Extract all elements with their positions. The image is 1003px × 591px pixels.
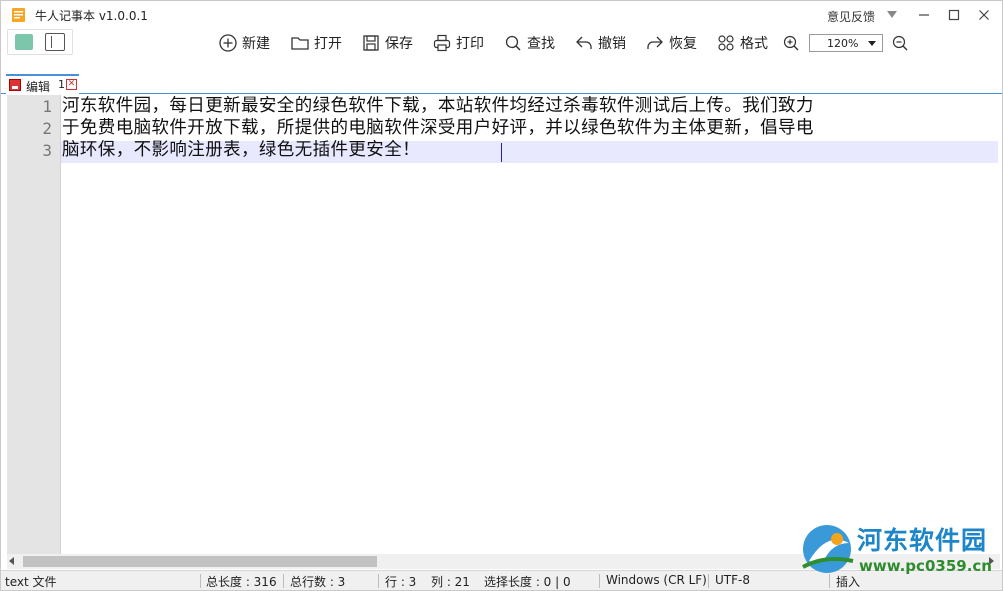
undo-button[interactable]: 撤销 — [574, 32, 626, 54]
site-watermark: 河东软件园 www.pc0359.cn — [797, 519, 999, 581]
zoom-out-button[interactable] — [890, 32, 910, 54]
format-button[interactable]: 格式 — [716, 32, 768, 54]
plus-circle-icon — [219, 34, 237, 52]
new-button-label: 新建 — [242, 36, 270, 52]
search-icon — [505, 35, 521, 51]
watermark-title: 河东软件园 — [857, 526, 988, 555]
zoom-select[interactable]: 120% — [809, 34, 883, 52]
minimize-button[interactable] — [911, 5, 937, 25]
line-number: 1 — [42, 97, 52, 116]
zoom-value: 120% — [827, 37, 859, 50]
watermark-logo-icon — [802, 525, 854, 573]
folder-icon — [291, 37, 309, 50]
toolbar: 新建 打开 保存 打印 查找 撤销 恢复 格式 120% — [1, 29, 1002, 57]
undo-icon — [576, 36, 592, 49]
format-grid-icon — [718, 35, 734, 51]
status-total-lines: 总行数 : 3 — [290, 575, 346, 589]
new-button[interactable]: 新建 — [218, 32, 270, 54]
theme-green-toggle[interactable] — [15, 34, 33, 50]
notepad-window: 牛人记事本 v1.0.0.1 意见反馈 新建 打开 保存 打印 查找 撤销 恢复… — [0, 0, 1003, 591]
status-divider — [200, 574, 201, 588]
title-bar: 牛人记事本 v1.0.0.1 意见反馈 — [1, 1, 1002, 29]
tab-close-icon[interactable]: ✕ — [66, 79, 77, 90]
save-button-label: 保存 — [385, 36, 413, 52]
printer-icon — [433, 34, 451, 52]
scrollbar-thumb[interactable] — [23, 556, 377, 567]
close-button[interactable] — [971, 5, 997, 25]
tab-document-1[interactable]: 编辑 1 ✕ — [6, 74, 79, 94]
redo-button-label: 恢复 — [669, 36, 697, 52]
status-divider — [378, 574, 379, 588]
tab-strip: 编辑 1 ✕ — [1, 70, 1002, 94]
find-button-label: 查找 — [527, 36, 555, 52]
close-icon — [979, 10, 989, 20]
app-title: 牛人记事本 v1.0.0.1 — [35, 9, 148, 23]
file-modified-icon — [9, 79, 21, 91]
redo-button[interactable]: 恢复 — [645, 32, 697, 54]
text-line[interactable]: 河东软件园，每日更新最安全的绿色软件下载，本站软件均经过杀毒软件测试后上传。我们… — [62, 95, 814, 117]
status-line-ending[interactable]: Windows (CR LF) — [606, 573, 707, 587]
print-button[interactable]: 打印 — [432, 32, 484, 54]
maximize-icon — [948, 9, 960, 21]
redo-icon — [647, 36, 663, 49]
undo-button-label: 撤销 — [598, 36, 626, 52]
text-line[interactable]: 脑环保，不影响注册表，绿色无插件更安全！ — [62, 139, 420, 161]
save-button[interactable]: 保存 — [361, 32, 413, 54]
open-button-label: 打开 — [314, 36, 342, 52]
format-button-label: 格式 — [740, 36, 768, 52]
status-col: 列 : 21 — [431, 575, 470, 589]
line-number: 3 — [42, 141, 52, 160]
status-selection: 选择长度 : 0 | 0 — [484, 575, 571, 589]
open-button[interactable]: 打开 — [290, 32, 342, 54]
sidebar-toggle-icon[interactable] — [45, 33, 65, 51]
print-button-label: 打印 — [456, 36, 484, 52]
zoom-in-icon — [783, 35, 799, 51]
status-divider — [599, 574, 600, 588]
maximize-button[interactable] — [941, 5, 967, 25]
status-divider — [283, 574, 284, 588]
text-area[interactable]: 河东软件园，每日更新最安全的绿色软件下载，本站软件均经过杀毒软件测试后上传。我们… — [61, 95, 998, 554]
chevron-down-icon — [868, 41, 876, 46]
scroll-left-icon[interactable] — [9, 557, 14, 565]
zoom-out-icon — [892, 35, 908, 51]
feedback-link[interactable]: 意见反馈 — [827, 8, 875, 25]
status-total-length: 总长度 : 316 — [206, 575, 277, 589]
status-divider — [708, 574, 709, 588]
text-caret — [501, 143, 502, 162]
status-file-type: text 文件 — [5, 575, 57, 589]
find-button[interactable]: 查找 — [503, 32, 555, 54]
status-encoding[interactable]: UTF-8 — [715, 573, 750, 587]
tab-number: 1 — [58, 78, 65, 91]
minimize-icon — [919, 14, 929, 16]
save-icon — [363, 35, 379, 51]
menu-dropdown-icon[interactable] — [887, 11, 897, 18]
editor[interactable]: 1 2 3 河东软件园，每日更新最安全的绿色软件下载，本站软件均经过杀毒软件测试… — [7, 95, 1000, 554]
status-row: 行 : 3 — [385, 575, 417, 589]
notepad-app-icon — [12, 8, 25, 22]
zoom-in-button[interactable] — [781, 32, 801, 54]
line-number: 2 — [42, 119, 52, 138]
text-line[interactable]: 于免费电脑软件开放下载，所提供的电脑软件深受用户好评，并以绿色软件为主体更新，倡… — [62, 117, 814, 139]
tab-label: 编辑 — [26, 80, 51, 94]
watermark-url: www.pc0359.cn — [859, 557, 992, 575]
line-number-gutter: 1 2 3 — [7, 95, 61, 554]
